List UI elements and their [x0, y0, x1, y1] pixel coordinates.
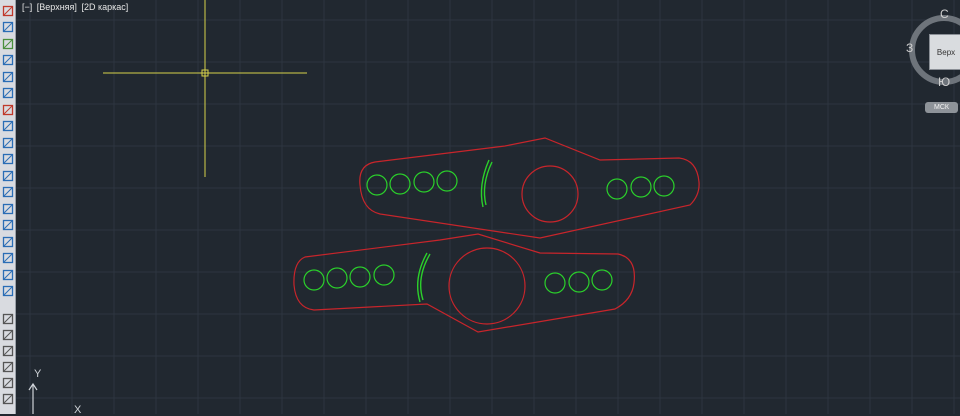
view-menu[interactable]: [Верхняя]: [37, 2, 77, 12]
hole[interactable]: [349, 266, 371, 288]
blend-icon[interactable]: [1, 252, 14, 265]
trim-icon[interactable]: [1, 153, 14, 166]
layer-off-icon[interactable]: [1, 376, 14, 389]
extend-icon[interactable]: [1, 169, 14, 182]
viewport-label: [−] [Верхняя] [2D каркас]: [22, 2, 130, 12]
hole[interactable]: [373, 264, 395, 286]
modify-toolbar: [0, 0, 16, 414]
stretch-icon[interactable]: [1, 136, 14, 149]
layer-icon[interactable]: [1, 312, 14, 325]
hole[interactable]: [606, 178, 628, 200]
mirror-icon[interactable]: [1, 37, 14, 50]
slot-arc[interactable]: [417, 252, 431, 303]
join-icon[interactable]: [1, 202, 14, 215]
rotate-icon[interactable]: [1, 103, 14, 116]
compass-west[interactable]: З: [906, 41, 913, 55]
layer-freeze-icon[interactable]: [1, 360, 14, 373]
explode-icon[interactable]: [1, 268, 14, 281]
copy-icon[interactable]: [1, 285, 14, 298]
hole[interactable]: [630, 176, 652, 198]
viewcube-top-face[interactable]: Верх: [929, 34, 960, 70]
break-icon[interactable]: [1, 186, 14, 199]
hole[interactable]: [413, 171, 435, 193]
offset-icon[interactable]: [1, 54, 14, 67]
layer-lock-icon[interactable]: [1, 392, 14, 405]
line-icon[interactable]: [1, 4, 14, 17]
layer-iso-icon[interactable]: [1, 344, 14, 357]
drawing-canvas[interactable]: [0, 0, 960, 414]
ucs-menu-button[interactable]: МСК: [925, 102, 958, 113]
viewport-controls-menu[interactable]: [−]: [22, 2, 32, 12]
polyline-icon[interactable]: [1, 21, 14, 34]
hole[interactable]: [544, 272, 566, 294]
hole[interactable]: [326, 267, 348, 289]
move-icon[interactable]: [1, 87, 14, 100]
hole[interactable]: [568, 271, 590, 293]
compass-north[interactable]: С: [940, 7, 949, 21]
scale-icon[interactable]: [1, 120, 14, 133]
crosshair-cursor: [103, 0, 307, 177]
hole[interactable]: [389, 173, 411, 195]
bearing-bore[interactable]: [521, 165, 579, 223]
grid: [0, 0, 960, 414]
hole[interactable]: [591, 269, 613, 291]
fillet-icon[interactable]: [1, 235, 14, 248]
y-axis-label: Y: [34, 368, 42, 380]
array-icon[interactable]: [1, 70, 14, 83]
bearing-bore[interactable]: [448, 247, 526, 325]
viewcube[interactable]: С З Ю Верх: [905, 6, 960, 94]
visual-style-menu[interactable]: [2D каркас]: [81, 2, 128, 12]
slot-arc[interactable]: [480, 159, 493, 208]
hole[interactable]: [653, 175, 675, 197]
hole[interactable]: [303, 269, 325, 291]
compass-south[interactable]: Ю: [938, 75, 950, 89]
layer-prev-icon[interactable]: [1, 328, 14, 341]
chamfer-icon[interactable]: [1, 219, 14, 232]
x-axis-label: X: [74, 404, 82, 416]
hole[interactable]: [366, 174, 388, 196]
